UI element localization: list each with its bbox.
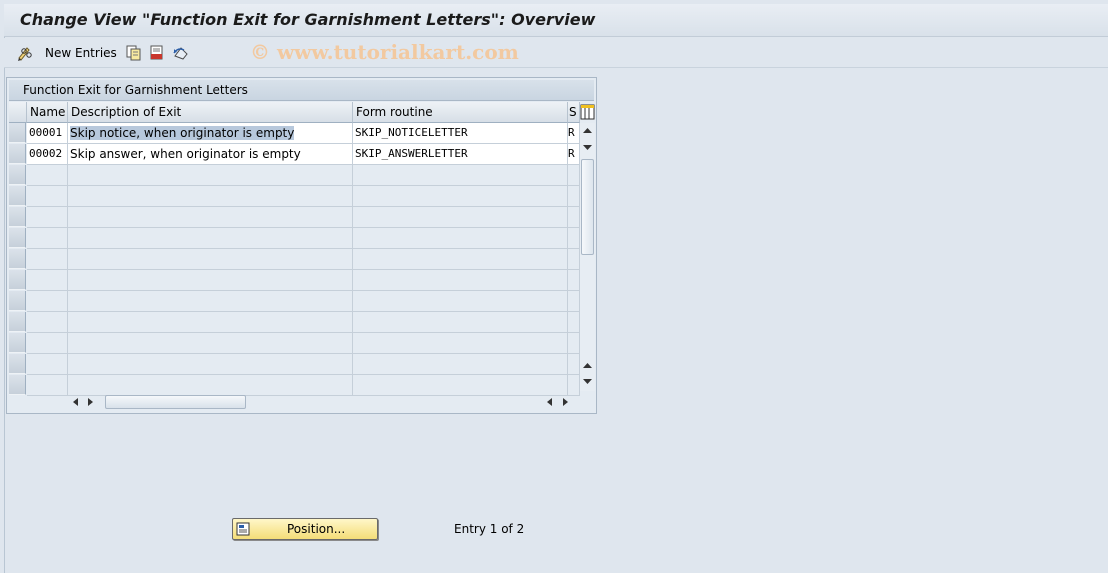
empty-table-cell[interactable]: [27, 291, 68, 312]
empty-table-cell[interactable]: [353, 354, 568, 375]
row-selector[interactable]: [9, 375, 26, 395]
empty-table-cell[interactable]: [27, 354, 68, 375]
table-cell-name[interactable]: 00002: [27, 144, 68, 165]
empty-table-cell[interactable]: [353, 207, 568, 228]
empty-table-cell[interactable]: [68, 165, 353, 186]
delete-icon[interactable]: [148, 44, 166, 62]
empty-table-cell[interactable]: [68, 270, 353, 291]
empty-table-cell[interactable]: [353, 375, 568, 396]
scroll-page-left-icon[interactable]: [545, 397, 553, 407]
application-toolbar: New Entries © www.tutorialkart.com: [4, 38, 1108, 68]
row-selector[interactable]: [9, 144, 26, 164]
empty-table-cell[interactable]: [568, 228, 580, 249]
column-header-description[interactable]: Description of Exit: [68, 102, 353, 123]
empty-table-cell[interactable]: [568, 333, 580, 354]
row-selector[interactable]: [9, 186, 26, 206]
empty-table-cell[interactable]: [568, 165, 580, 186]
empty-table-cell[interactable]: [68, 228, 353, 249]
empty-table-cell[interactable]: [353, 249, 568, 270]
empty-table-cell[interactable]: [568, 375, 580, 396]
column-config-icon[interactable]: [580, 103, 595, 121]
horizontal-scrollbar[interactable]: [65, 394, 578, 410]
empty-table-cell[interactable]: [353, 165, 568, 186]
table-cell-form-routine[interactable]: SKIP_ANSWERLETTER: [353, 144, 568, 165]
empty-table-cell[interactable]: [27, 165, 68, 186]
scroll-page-up-icon[interactable]: [582, 361, 593, 369]
page-title: Change View "Function Exit for Garnishme…: [20, 10, 596, 29]
row-selector[interactable]: [9, 354, 26, 374]
empty-table-cell[interactable]: [68, 354, 353, 375]
table-cell-s[interactable]: R: [568, 144, 580, 165]
empty-table-cell[interactable]: [27, 207, 68, 228]
row-selector[interactable]: [9, 312, 26, 332]
table-cell-form-routine[interactable]: SKIP_NOTICELETTER: [353, 123, 568, 144]
scroll-left-icon[interactable]: [71, 397, 79, 407]
row-selector[interactable]: [9, 228, 26, 248]
column-header-form-routine[interactable]: Form routine: [353, 102, 568, 123]
empty-table-cell[interactable]: [27, 249, 68, 270]
empty-table-cell[interactable]: [353, 186, 568, 207]
empty-table-cell[interactable]: [568, 270, 580, 291]
column-header-name[interactable]: Name: [27, 102, 68, 123]
scroll-down-icon[interactable]: [582, 378, 593, 386]
position-button[interactable]: Position...: [232, 518, 378, 540]
empty-table-cell[interactable]: [68, 249, 353, 270]
empty-table-cell[interactable]: [353, 312, 568, 333]
scroll-page-right-icon[interactable]: [87, 397, 95, 407]
column-header-s[interactable]: S: [568, 102, 580, 123]
empty-table-cell[interactable]: [27, 270, 68, 291]
table-cell-description[interactable]: Skip answer, when originator is empty: [68, 144, 353, 165]
entry-status: Entry 1 of 2: [454, 522, 525, 536]
row-selector[interactable]: [9, 333, 26, 353]
empty-table-cell[interactable]: [27, 333, 68, 354]
empty-table-cell[interactable]: [353, 228, 568, 249]
scroll-page-down-icon[interactable]: [582, 144, 593, 152]
empty-table-cell[interactable]: [568, 249, 580, 270]
position-icon: [236, 522, 250, 536]
vertical-scroll-thumb[interactable]: [581, 159, 594, 255]
scroll-right-icon[interactable]: [562, 397, 570, 407]
empty-table-cell[interactable]: [568, 186, 580, 207]
horizontal-scroll-thumb[interactable]: [105, 395, 246, 409]
empty-table-cell[interactable]: [27, 228, 68, 249]
empty-table-cell[interactable]: [568, 312, 580, 333]
empty-table-cell[interactable]: [353, 291, 568, 312]
scroll-up-icon[interactable]: [582, 126, 593, 134]
empty-table-cell[interactable]: [68, 312, 353, 333]
pencil-glasses-icon[interactable]: [16, 44, 34, 62]
empty-table-cell[interactable]: [68, 291, 353, 312]
empty-table-cell[interactable]: [27, 375, 68, 396]
row-selector[interactable]: [9, 291, 26, 311]
empty-table-cell[interactable]: [568, 207, 580, 228]
empty-table-cell[interactable]: [568, 291, 580, 312]
empty-table-cell[interactable]: [68, 375, 353, 396]
empty-table-cell[interactable]: [68, 333, 353, 354]
row-selector[interactable]: [9, 249, 26, 269]
vertical-scrollbar[interactable]: [580, 123, 595, 391]
watermark-text: © www.tutorialkart.com: [250, 40, 519, 64]
table-cell-description[interactable]: Skip notice, when originator is empty: [68, 123, 353, 144]
undo-change-icon[interactable]: [172, 44, 190, 62]
copy-icon[interactable]: [124, 44, 142, 62]
title-bar: Change View "Function Exit for Garnishme…: [4, 4, 1108, 37]
panel-title-bar: Function Exit for Garnishment Letters: [9, 80, 594, 101]
new-entries-button[interactable]: New Entries: [45, 46, 117, 60]
empty-table-cell[interactable]: [568, 354, 580, 375]
empty-table-cell[interactable]: [68, 207, 353, 228]
empty-table-cell[interactable]: [27, 312, 68, 333]
empty-table-cell[interactable]: [68, 186, 353, 207]
table-cell-s[interactable]: R: [568, 123, 580, 144]
table-cell-name[interactable]: 00001: [27, 123, 68, 144]
empty-table-cell[interactable]: [353, 270, 568, 291]
row-selector[interactable]: [9, 207, 26, 227]
select-all-header[interactable]: [9, 102, 27, 123]
panel-title: Function Exit for Garnishment Letters: [23, 83, 248, 97]
table-panel: Function Exit for Garnishment Letters Na…: [6, 77, 597, 414]
row-selector[interactable]: [9, 270, 26, 290]
row-selector[interactable]: [9, 123, 26, 143]
row-selector[interactable]: [9, 165, 26, 185]
empty-table-cell[interactable]: [27, 186, 68, 207]
empty-table-cell[interactable]: [353, 333, 568, 354]
